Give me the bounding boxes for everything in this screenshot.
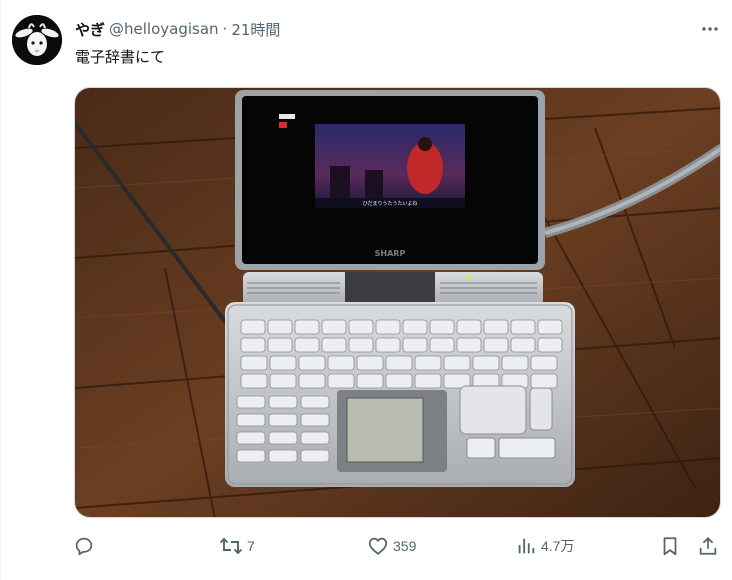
device-key: [240, 319, 266, 335]
device-key: [510, 337, 536, 353]
device-key: [240, 373, 268, 389]
device-function-key: [236, 413, 266, 427]
avatar[interactable]: [12, 15, 62, 65]
device-key: [348, 319, 374, 335]
tweet-header: やぎ @helloyagisan · 21時間: [75, 18, 280, 40]
device-function-key: [300, 395, 330, 409]
brand-label: SHARP: [375, 249, 406, 258]
device-function-key: [300, 431, 330, 445]
bookmark-button[interactable]: [659, 531, 681, 561]
device-key: [321, 319, 347, 335]
device-key: [385, 373, 413, 389]
device-key: [298, 373, 326, 389]
device-key: [294, 319, 320, 335]
device-key: [429, 319, 455, 335]
device-function-key: [268, 395, 298, 409]
device-function-key: [236, 431, 266, 445]
device-key: [356, 355, 384, 371]
like-button[interactable]: 359: [367, 531, 416, 561]
retweet-count: 7: [247, 538, 255, 554]
tweet-photo[interactable]: ひだまりうたうたいよね SHARP: [74, 87, 721, 518]
device-key: [483, 337, 509, 353]
device-key: [298, 355, 326, 371]
reply-bubble-icon: [75, 537, 93, 556]
device-key: [483, 319, 509, 335]
more-button[interactable]: [698, 18, 722, 40]
device-key: [267, 319, 293, 335]
device-key: [443, 355, 471, 371]
views-button[interactable]: 4.7万: [515, 531, 574, 561]
device-key: [327, 373, 355, 389]
device-key: [414, 373, 442, 389]
device-key: [530, 355, 558, 371]
device-function-key: [268, 431, 298, 445]
photo-electronic-dictionary: ひだまりうたうたいよね SHARP: [75, 88, 720, 517]
tweet-text: 電子辞書にて: [75, 48, 166, 66]
device-function-key: [300, 413, 330, 427]
tweet-article: やぎ @helloyagisan · 21時間 電子辞書にて ひだまりうたうたい…: [0, 0, 732, 580]
device-key: [269, 373, 297, 389]
share-upload-icon: [699, 536, 717, 555]
separator-dot: ·: [222, 20, 228, 38]
device-function-key: [300, 449, 330, 463]
heart-icon: [368, 537, 388, 555]
retweet-arrows-icon: [219, 537, 243, 555]
screen-caption: ひだまりうたうたいよね: [363, 201, 418, 207]
device-key: [414, 355, 442, 371]
action-bar: 7 359 4.7万: [73, 531, 725, 561]
bar-chart-icon: [518, 538, 535, 554]
more-horizontal-icon: [702, 27, 718, 31]
share-button[interactable]: [697, 531, 719, 561]
view-count: 4.7万: [541, 538, 575, 554]
device-function-key: [236, 395, 266, 409]
device-key: [375, 319, 401, 335]
device-function-key: [236, 449, 266, 463]
display-name[interactable]: やぎ: [75, 19, 105, 40]
device-key: [269, 355, 297, 371]
timestamp[interactable]: 21時間: [231, 19, 280, 40]
device-key: [501, 355, 529, 371]
user-handle[interactable]: @helloyagisan: [109, 20, 219, 38]
device-key: [385, 355, 413, 371]
device-key: [429, 337, 455, 353]
device-key: [402, 319, 428, 335]
device-key: [294, 337, 320, 353]
like-count: 359: [393, 538, 417, 554]
goat-avatar-icon: [12, 15, 62, 65]
device-key: [267, 337, 293, 353]
device-key: [402, 337, 428, 353]
device-key: [530, 373, 558, 389]
device-key: [537, 337, 563, 353]
device-key: [537, 319, 563, 335]
device-function-key: [268, 413, 298, 427]
reply-button[interactable]: [73, 531, 99, 561]
device-key: [348, 337, 374, 353]
device-key: [327, 355, 355, 371]
retweet-button[interactable]: 7: [219, 531, 255, 561]
bookmark-icon: [663, 537, 677, 556]
device-key: [240, 337, 266, 353]
device-key: [456, 319, 482, 335]
device-key: [375, 337, 401, 353]
device-key: [240, 355, 268, 371]
device-key: [472, 355, 500, 371]
device-key: [356, 373, 384, 389]
device-function-key: [268, 449, 298, 463]
device-key: [510, 319, 536, 335]
device-key: [321, 337, 347, 353]
device-key: [456, 337, 482, 353]
